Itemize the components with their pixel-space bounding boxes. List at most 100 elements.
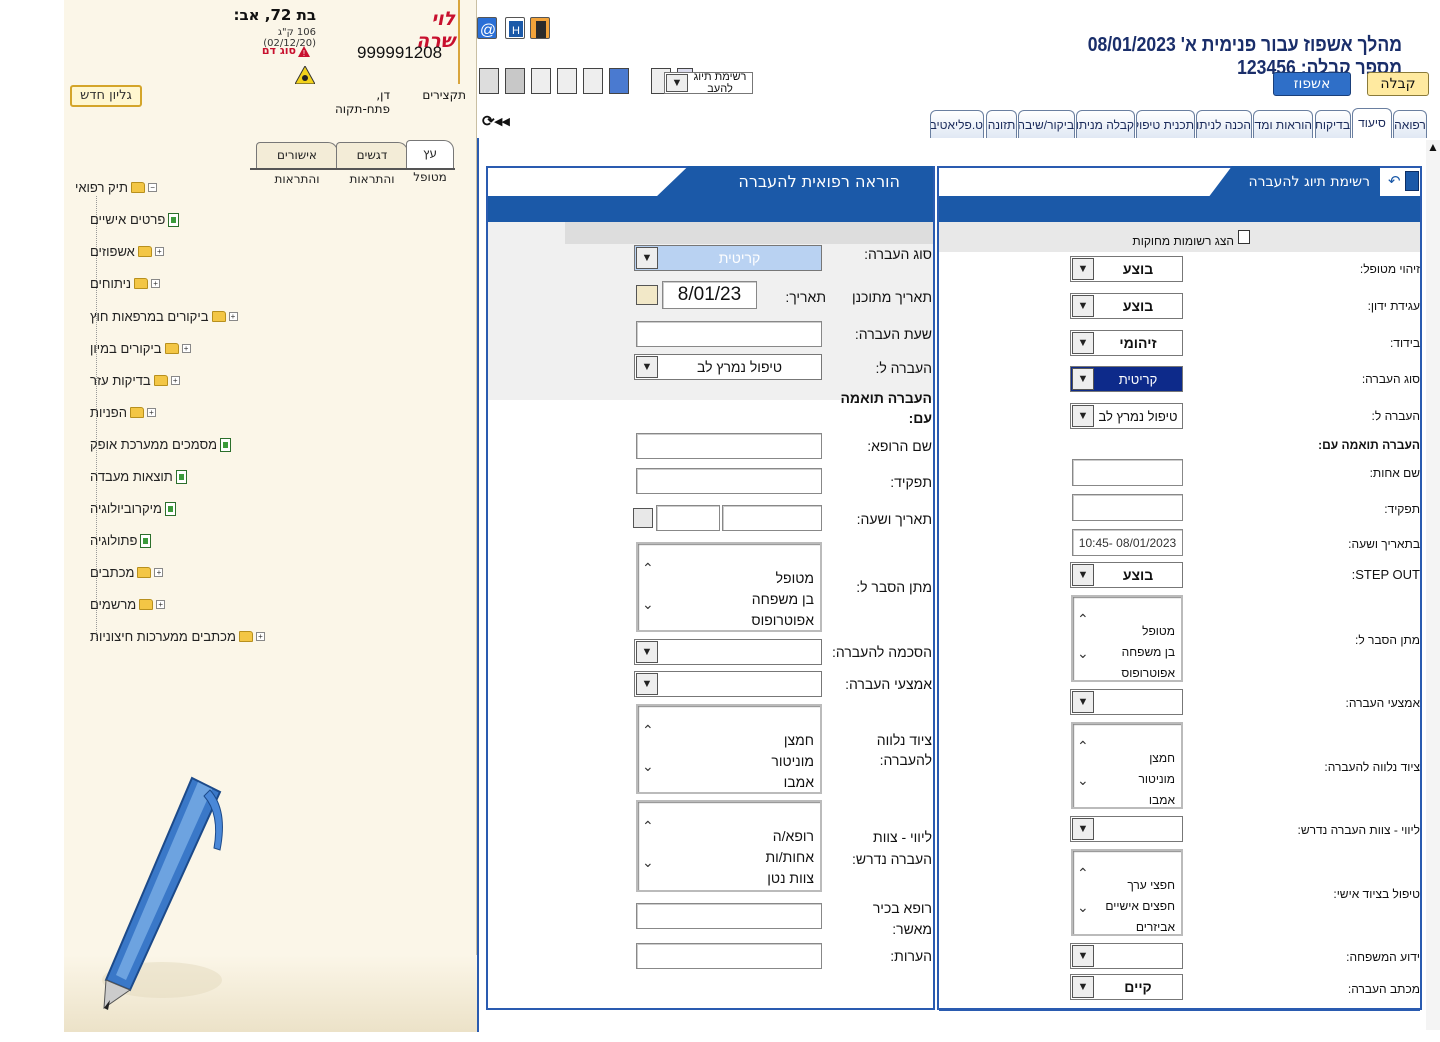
expand-icon[interactable]: +	[170, 376, 180, 385]
exit-icon[interactable]	[530, 17, 550, 39]
transfer-time-input[interactable]	[636, 321, 822, 347]
list-item[interactable]: חפצים אישיים	[1105, 896, 1175, 917]
transfer-type-select[interactable]: ▼ קריטית	[634, 245, 822, 271]
tree-item[interactable]: פרטים אישיים	[90, 212, 192, 227]
letter-select[interactable]: ▼ קיים	[1070, 974, 1183, 1000]
calendar-icon[interactable]	[636, 285, 658, 305]
expand-icon[interactable]: +	[181, 344, 191, 353]
tree-item[interactable]: תוצאות מעבדה	[90, 469, 200, 484]
accept-button[interactable]: קבלה	[1367, 72, 1429, 96]
checklist-row-select[interactable]: ▼ בוצע	[1070, 256, 1183, 282]
expand-icon[interactable]: +	[154, 568, 164, 577]
list-item[interactable]: חמצן	[771, 730, 814, 751]
clock-icon[interactable]	[633, 508, 653, 528]
r-escort-select[interactable]: ▼	[1070, 816, 1183, 842]
tree-item[interactable]: + מכתבים ממערכות חיצוניות	[90, 629, 265, 644]
r-role-input[interactable]	[1072, 494, 1183, 521]
tree-item[interactable]: + מרשמים	[90, 597, 166, 612]
role-input[interactable]	[636, 468, 822, 494]
scroll-up-icon[interactable]: ⌃	[642, 560, 654, 577]
tree-item[interactable]: + ניתוחים	[90, 276, 161, 291]
tab-8[interactable]: תזונה	[986, 110, 1017, 138]
checklist-row-select[interactable]: ▼ זיהומי	[1070, 330, 1183, 356]
scroll-up-icon[interactable]: ⌃	[1077, 865, 1089, 882]
printer-icon[interactable]	[505, 68, 525, 94]
save-icon[interactable]	[1405, 171, 1419, 191]
tab-7[interactable]: ביקור/שיבה	[1018, 110, 1075, 138]
list-item[interactable]: אמבו	[771, 772, 814, 793]
copy-icon[interactable]	[609, 68, 629, 94]
r-means-select[interactable]: ▼	[1070, 689, 1183, 715]
transfer-to-select[interactable]: ▼ טיפול נמרץ לב	[634, 354, 822, 380]
list-item[interactable]: מוניטור	[771, 751, 814, 772]
nav-arrows[interactable]: ⟳◂◂	[482, 112, 510, 130]
r-equipment-list[interactable]: ⌃ ⌄ חמצן מוניטור אמבו	[1071, 722, 1183, 809]
scroll-down-icon[interactable]: ⌄	[642, 758, 654, 775]
checklist-row-select[interactable]: ▼ טיפול נמרץ לב	[1070, 403, 1183, 429]
scroll-up-icon[interactable]: ⌃	[642, 818, 654, 835]
scroll-up-icon[interactable]: ⌃	[1077, 611, 1089, 628]
scroll-down-icon[interactable]: ⌄	[1077, 899, 1089, 916]
consent-select[interactable]: ▼	[634, 639, 822, 665]
checklist-row-select[interactable]: ▼ קריטית	[1070, 366, 1183, 392]
export-icon[interactable]	[531, 68, 551, 94]
patient-doctor[interactable]: דן, פתח-תקוה	[320, 88, 390, 116]
list-item[interactable]: מטופל	[1121, 621, 1175, 642]
list-item[interactable]: חמצן	[1138, 748, 1175, 769]
list-item[interactable]: חפצי ערך	[1105, 875, 1175, 896]
expand-icon[interactable]: +	[146, 408, 156, 417]
list-item[interactable]: בן משפחה	[1121, 642, 1175, 663]
tab-3[interactable]: הוראות ומדדי	[1253, 110, 1313, 138]
tab-5[interactable]: תכנית טיפול	[1136, 110, 1195, 138]
list-item[interactable]: אביזרים	[1105, 917, 1175, 938]
scroll-down-icon[interactable]: ⌄	[642, 596, 654, 613]
tab-alerts[interactable]: דגשים והתראות	[336, 142, 408, 186]
list-item[interactable]: מטופל	[751, 568, 814, 589]
r-datetime-input[interactable]: 10:45- 08/01/2023	[1072, 529, 1183, 556]
stepout-select[interactable]: ▼ בוצע	[1070, 562, 1183, 588]
family-select[interactable]: ▼	[1070, 943, 1183, 969]
scroll-down-icon[interactable]: ⌄	[1077, 645, 1089, 662]
list-item[interactable]: אפוטרופוס	[751, 610, 814, 631]
scroll-up-icon[interactable]: ⌃	[1077, 738, 1089, 755]
tab-6[interactable]: קבלה מניתוח	[1076, 110, 1135, 138]
new-sheet-button[interactable]: גליון חדש	[70, 85, 142, 107]
tab-4[interactable]: הכנה לניתוח	[1196, 110, 1252, 138]
list-item[interactable]: אפוטרופוס	[1121, 663, 1175, 684]
tree-item[interactable]: + ביקורים במיון	[90, 341, 191, 356]
list-item[interactable]: אחות/ות	[765, 847, 814, 868]
list-item[interactable]: בן משפחה	[751, 589, 814, 610]
tree-item[interactable]: פתולוגיה	[90, 533, 164, 548]
summaries-link[interactable]: תקצירים	[418, 88, 466, 102]
show-deleted-checkbox[interactable]	[1238, 230, 1250, 244]
tree-item[interactable]: + ביקורים במרפאות חוץ	[90, 309, 238, 324]
scrollbar[interactable]: ▲	[1426, 140, 1440, 1030]
admit-button[interactable]: אשפוז	[1273, 72, 1351, 96]
print-preview-icon[interactable]	[479, 68, 499, 94]
hand-icon[interactable]	[557, 68, 577, 94]
escort-list[interactable]: ⌃ ⌄ רופא/ה אחות/ות צוות נטן	[636, 800, 822, 892]
link-icon[interactable]	[583, 68, 603, 94]
expand-icon[interactable]: +	[154, 247, 164, 256]
tree-item[interactable]: + אשפוזים	[90, 244, 164, 259]
scroll-up-icon[interactable]: ⌃	[642, 722, 654, 739]
tree-item[interactable]: מסמכים ממערכת אופק	[90, 437, 244, 452]
hospital-icon[interactable]: H	[505, 17, 525, 39]
time-input[interactable]	[656, 505, 720, 531]
list-item[interactable]: רופא/ה	[765, 826, 814, 847]
tab-patient-tree[interactable]: עץ מטופל	[406, 140, 454, 184]
date-input[interactable]	[722, 505, 822, 531]
explain-to-list[interactable]: ⌃ ⌄ מטופל בן משפחה אפוטרופוס	[636, 542, 822, 632]
tree-item[interactable]: + מכתבים	[90, 565, 164, 580]
email-icon[interactable]: @	[477, 17, 497, 39]
expand-icon[interactable]: +	[151, 279, 161, 288]
r-explain-list[interactable]: ⌃ ⌄ מטופל בן משפחה אפוטרופוס	[1071, 595, 1183, 682]
tab-0[interactable]: רפואה	[1393, 110, 1427, 138]
planned-date-input[interactable]: 8/01/23	[662, 281, 757, 309]
checklist-row-select[interactable]: ▼ בוצע	[1070, 293, 1183, 319]
tab-2[interactable]: בדיקות	[1315, 110, 1351, 138]
equipment-list[interactable]: ⌃ ⌄ חמצן מוניטור אמבו	[636, 704, 822, 794]
list-item[interactable]: מוניטור	[1138, 769, 1175, 790]
list-item[interactable]: צוות נטן	[765, 868, 814, 889]
scroll-down-icon[interactable]: ⌄	[1077, 772, 1089, 789]
